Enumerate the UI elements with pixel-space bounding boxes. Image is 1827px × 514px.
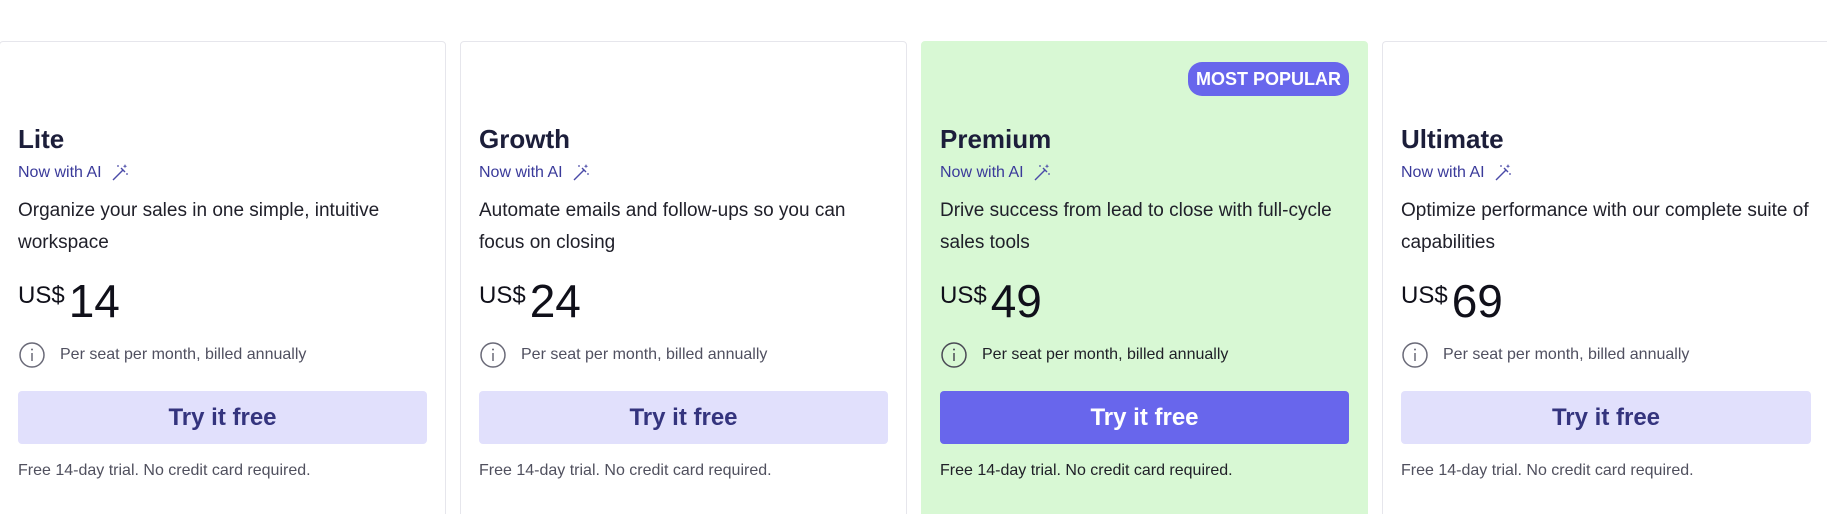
plan-price: US$ 49 (940, 276, 1349, 326)
magic-wand-icon (573, 164, 589, 181)
price-amount: 14 (68, 275, 120, 327)
price-amount: 69 (1451, 275, 1503, 327)
plan-description: Drive success from lead to close with fu… (940, 200, 1332, 253)
price-amount: 49 (990, 275, 1042, 327)
most-popular-badge: MOST POPULAR (1187, 62, 1349, 96)
pricing-plans: Lite Now with AI Organize your sales in … (0, 0, 1827, 514)
try-free-button[interactable]: Try it free (18, 391, 427, 444)
price-currency: US$ (1401, 282, 1448, 309)
price-currency: US$ (479, 282, 526, 309)
billing-text: Per seat per month, billed annually (60, 346, 307, 363)
try-free-button[interactable]: Try it free (940, 391, 1349, 444)
plan-name: Premium (940, 124, 1052, 154)
magic-wand-icon (1034, 164, 1050, 181)
plan-card-lite: Lite Now with AI Organize your sales in … (0, 41, 446, 514)
trial-note: Free 14-day trial. No credit card requir… (940, 462, 1233, 479)
billing-text: Per seat per month, billed annually (1443, 346, 1690, 363)
plan-description: Organize your sales in one simple, intui… (18, 200, 380, 253)
billing-info: Per seat per month, billed annually (479, 341, 888, 369)
ai-label-text: Now with AI (940, 164, 1024, 181)
price-currency: US$ (18, 282, 65, 309)
plan-description: Automate emails and follow-ups so you ca… (479, 200, 846, 253)
ai-label: Now with AI (940, 163, 1349, 183)
price-currency: US$ (940, 282, 987, 309)
info-icon[interactable] (1401, 341, 1429, 369)
plan-card-premium: MOST POPULAR Premium Now with AI Drive s… (921, 41, 1368, 514)
price-amount: 24 (529, 275, 581, 327)
billing-info: Per seat per month, billed annually (18, 341, 427, 369)
ai-label: Now with AI (18, 163, 427, 183)
info-icon[interactable] (479, 341, 507, 369)
magic-wand-icon (112, 164, 128, 181)
billing-text: Per seat per month, billed annually (521, 346, 768, 363)
billing-info: Per seat per month, billed annually (940, 341, 1349, 369)
plan-name: Ultimate (1401, 124, 1504, 154)
plan-name: Growth (479, 124, 570, 154)
trial-note: Free 14-day trial. No credit card requir… (18, 462, 311, 479)
plan-card-growth: Growth Now with AI Automate emails and f… (460, 41, 907, 514)
ai-label-text: Now with AI (18, 164, 102, 181)
plan-card-ultimate: Ultimate Now with AI Optimize performanc… (1382, 41, 1827, 514)
trial-note: Free 14-day trial. No credit card requir… (1401, 462, 1694, 479)
info-icon[interactable] (940, 341, 968, 369)
try-free-button[interactable]: Try it free (1401, 391, 1811, 444)
magic-wand-icon (1495, 164, 1511, 181)
plan-description: Optimize performance with our complete s… (1401, 200, 1809, 253)
billing-text: Per seat per month, billed annually (982, 346, 1229, 363)
plan-price: US$ 69 (1401, 276, 1827, 326)
ai-label-text: Now with AI (479, 164, 563, 181)
ai-label-text: Now with AI (1401, 164, 1485, 181)
trial-note: Free 14-day trial. No credit card requir… (479, 462, 772, 479)
ai-label: Now with AI (479, 163, 888, 183)
ai-label: Now with AI (1401, 163, 1827, 183)
try-free-button[interactable]: Try it free (479, 391, 888, 444)
billing-info: Per seat per month, billed annually (1401, 341, 1827, 369)
plan-price: US$ 14 (18, 276, 427, 326)
info-icon[interactable] (18, 341, 46, 369)
plan-name: Lite (18, 124, 65, 154)
plan-price: US$ 24 (479, 276, 888, 326)
